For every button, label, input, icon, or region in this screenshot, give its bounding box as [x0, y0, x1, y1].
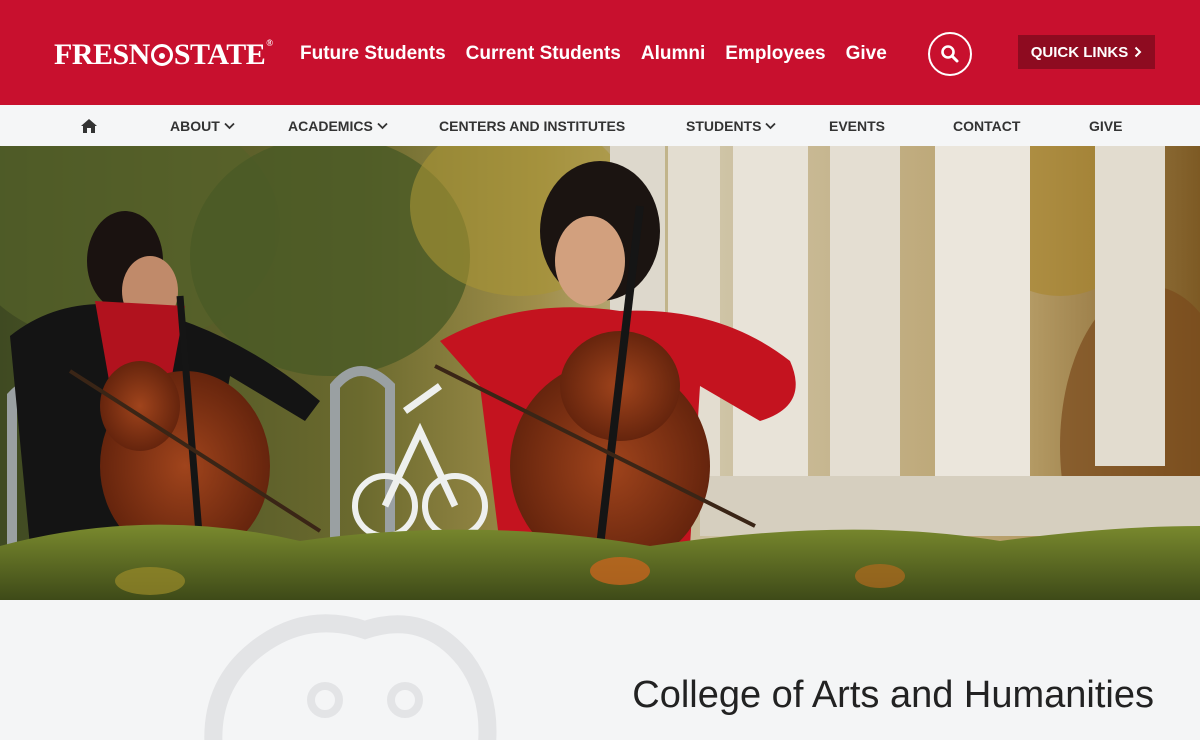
hero-illustration: [0, 146, 1200, 600]
search-icon: [941, 45, 959, 63]
chevron-down-icon: [765, 122, 777, 129]
chevron-right-icon: [1135, 46, 1142, 58]
quick-links-label: QUICK LINKS: [1030, 43, 1129, 61]
subnav-give[interactable]: GIVE: [1089, 105, 1122, 146]
chevron-down-icon: [377, 122, 388, 129]
chevron-down-icon: [224, 122, 235, 129]
nav-give[interactable]: Give: [846, 43, 887, 65]
secondary-nav: ABOUT ACADEMICS CENTERS AND INSTITUTES S…: [0, 105, 1200, 147]
subnav-contact-label: CONTACT: [953, 117, 1021, 134]
subnav-students[interactable]: STUDENTS: [686, 105, 777, 146]
subnav-academics-label: ACADEMICS: [288, 117, 373, 134]
hero-image: [0, 146, 1200, 600]
search-button[interactable]: [928, 32, 972, 76]
bulldog-watermark-icon: [204, 614, 497, 740]
fresno-state-logo[interactable]: FRESN STATE®: [54, 38, 273, 72]
subnav-about[interactable]: ABOUT: [170, 105, 235, 146]
page-title: College of Arts and Humanities: [632, 674, 1154, 716]
subnav-centers-label: CENTERS AND INSTITUTES: [439, 117, 626, 134]
nav-employees[interactable]: Employees: [725, 43, 825, 65]
subnav-events-label: EVENTS: [829, 117, 886, 134]
subnav-students-label: STUDENTS: [686, 117, 762, 134]
nav-current-students[interactable]: Current Students: [466, 43, 621, 65]
home-link[interactable]: [80, 105, 98, 146]
home-icon: [81, 118, 97, 133]
subnav-centers-and-institutes[interactable]: CENTERS AND INSTITUTES: [439, 105, 625, 146]
subnav-events[interactable]: EVENTS: [829, 105, 885, 146]
top-header: FRESN STATE® Future Students Current Stud…: [0, 0, 1200, 105]
subnav-give-label: GIVE: [1089, 117, 1123, 134]
paw-icon: [150, 44, 173, 66]
subnav-about-label: ABOUT: [170, 117, 220, 134]
college-section: College of Arts and Humanities: [0, 600, 1200, 740]
nav-alumni[interactable]: Alumni: [641, 43, 705, 65]
primary-nav: Future Students Current Students Alumni …: [300, 43, 887, 65]
quick-links-button[interactable]: QUICK LINKS: [1018, 35, 1155, 69]
nav-future-students[interactable]: Future Students: [300, 43, 446, 65]
subnav-contact[interactable]: CONTACT: [953, 105, 1020, 146]
subnav-academics[interactable]: ACADEMICS: [288, 105, 388, 146]
